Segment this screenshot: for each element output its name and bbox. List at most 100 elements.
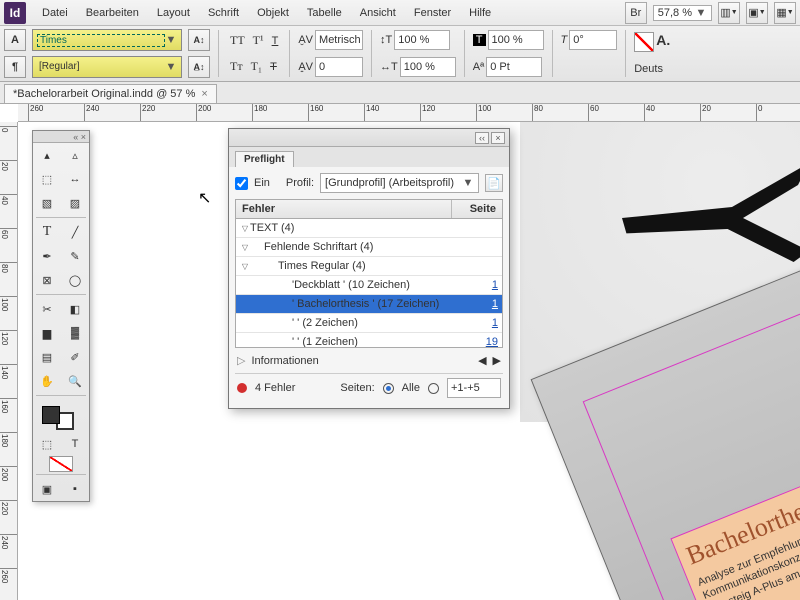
error-item[interactable]: ▽Times Regular (4): [236, 257, 502, 276]
error-item[interactable]: ' Bachelorthesis ' (17 Zeichen)1: [236, 295, 502, 314]
baseline-input[interactable]: 0 Pt: [486, 57, 542, 77]
preflight-tab[interactable]: Preflight: [235, 151, 294, 167]
content-placer-tool[interactable]: ▨: [61, 191, 89, 215]
preflight-on-checkbox[interactable]: [235, 177, 248, 190]
kerning-icon: A̮V: [298, 34, 313, 46]
direct-selection-tool[interactable]: ▵: [61, 143, 89, 167]
normal-view-mode[interactable]: ▣: [33, 477, 61, 501]
close-tab-icon[interactable]: ×: [201, 88, 207, 100]
preview-mode[interactable]: ▪: [61, 477, 89, 501]
fill-stroke-swatch[interactable]: [33, 398, 89, 432]
hand-tool[interactable]: ✋: [33, 369, 61, 393]
apply-none[interactable]: [49, 456, 73, 472]
profile-dropdown[interactable]: [Grundprofil] (Arbeitsprofil)▼: [320, 173, 479, 193]
vscale-input[interactable]: 100 %: [394, 30, 450, 50]
menu-objekt[interactable]: Objekt: [249, 3, 297, 23]
zoom-tool[interactable]: 🔍: [61, 369, 89, 393]
prev-error-button[interactable]: ◀: [478, 354, 486, 367]
zoom-level[interactable]: 57,8 %▼: [653, 5, 712, 21]
char-fill-swatch[interactable]: [634, 32, 654, 52]
error-item[interactable]: ▽TEXT (4): [236, 219, 502, 238]
content-collector-tool[interactable]: ▧: [33, 191, 61, 215]
hscale-input[interactable]: 100 %: [400, 57, 456, 77]
menu-datei[interactable]: Datei: [34, 3, 76, 23]
char-style-icon[interactable]: A.: [656, 32, 670, 52]
preflight-titlebar[interactable]: ‹‹ ×: [229, 129, 509, 147]
tracking-input[interactable]: 0: [315, 57, 363, 77]
next-error-button[interactable]: ▶: [493, 354, 501, 367]
error-item[interactable]: 'Deckblatt ' (10 Zeichen)1: [236, 276, 502, 295]
preflight-panel[interactable]: ‹‹ × Preflight Ein Profil: [Grundprofil]…: [228, 128, 510, 409]
fill-tint-input[interactable]: 100 %: [488, 30, 544, 50]
pencil-tool[interactable]: ✎: [61, 244, 89, 268]
selection-tool[interactable]: ▴: [33, 143, 61, 167]
menu-layout[interactable]: Layout: [149, 3, 198, 23]
menubar: Id Datei Bearbeiten Layout Schrift Objek…: [0, 0, 800, 26]
app-icon: Id: [4, 2, 26, 24]
smallcaps-button[interactable]: Tᴛ: [227, 57, 246, 76]
scissors-tool[interactable]: ✂: [33, 297, 61, 321]
view-options-button[interactable]: ▥▼: [718, 2, 740, 24]
screen-mode-button[interactable]: ▣▼: [746, 2, 768, 24]
pages-range-radio[interactable]: [428, 383, 439, 394]
character-mode-toggle[interactable]: A: [4, 29, 26, 51]
eyedropper-tool[interactable]: ✐: [61, 345, 89, 369]
close-icon[interactable]: ×: [491, 132, 505, 144]
menu-ansicht[interactable]: Ansicht: [352, 3, 404, 23]
paragraph-mode-toggle[interactable]: ¶: [4, 56, 26, 78]
collapse-icon[interactable]: ‹‹: [475, 132, 489, 144]
subscript-button[interactable]: T₁: [248, 57, 266, 76]
superscript-button[interactable]: T¹: [250, 31, 267, 50]
font-style-dropdown[interactable]: [Regular]▼: [32, 56, 182, 78]
format-text-toggle[interactable]: T: [61, 432, 89, 456]
arrange-button[interactable]: ▦▼: [774, 2, 796, 24]
gap-tool[interactable]: ↔: [61, 167, 89, 191]
menu-bearbeiten[interactable]: Bearbeiten: [78, 3, 147, 23]
pages-all-radio[interactable]: [383, 383, 394, 394]
type-tool[interactable]: T: [33, 220, 61, 244]
document-tab[interactable]: *Bachelorarbeit Original.indd @ 57 % ×: [4, 84, 217, 103]
gradient-swatch-tool[interactable]: ▆: [33, 321, 61, 345]
menu-fenster[interactable]: Fenster: [406, 3, 459, 23]
menu-hilfe[interactable]: Hilfe: [461, 3, 499, 23]
ellipse-tool[interactable]: ◯: [61, 268, 89, 292]
free-transform-tool[interactable]: ◧: [61, 297, 89, 321]
rectangle-frame-tool[interactable]: ⊠: [33, 268, 61, 292]
error-item[interactable]: ' ' (2 Zeichen)1: [236, 314, 502, 333]
bridge-button[interactable]: Br: [625, 2, 647, 24]
gradient-feather-tool[interactable]: ▓: [61, 321, 89, 345]
menu-tabelle[interactable]: Tabelle: [299, 3, 350, 23]
font-family-dropdown[interactable]: Times▼: [32, 29, 182, 51]
language-dropdown[interactable]: Deuts: [634, 63, 670, 75]
tracking-icon: A͍V: [298, 61, 313, 73]
embed-profile-button[interactable]: 📄: [485, 174, 503, 192]
info-section[interactable]: ▷Informationen ◀ ▶: [235, 348, 503, 373]
ein-label: Ein: [254, 177, 270, 189]
strike-button[interactable]: T: [267, 57, 280, 76]
line-tool[interactable]: ╱: [61, 220, 89, 244]
pages-label: Seiten:: [340, 382, 374, 394]
leading-stepper[interactable]: A̲↕: [188, 56, 210, 78]
skew-input[interactable]: 0°: [569, 30, 617, 50]
ruler-horizontal[interactable]: 260240220200180160140120100806040200: [18, 104, 800, 122]
menu-schrift[interactable]: Schrift: [200, 3, 247, 23]
error-list[interactable]: ▽TEXT (4)▽Fehlende Schriftart (4)▽Times …: [235, 218, 503, 348]
error-count: 4 Fehler: [255, 382, 295, 394]
text-fill-icon: T: [473, 34, 486, 46]
error-list-header: Fehler Seite: [235, 199, 503, 218]
pen-tool[interactable]: ✒: [33, 244, 61, 268]
tools-panel-header[interactable]: « ×: [33, 131, 89, 143]
error-item[interactable]: ▽Fehlende Schriftart (4): [236, 238, 502, 257]
format-container-toggle[interactable]: ⬚: [33, 432, 61, 456]
error-item[interactable]: ' ' (1 Zeichen)19: [236, 333, 502, 348]
ruler-vertical[interactable]: 020406080100120140160180200220240260280: [0, 122, 18, 600]
underline-button[interactable]: T: [269, 31, 282, 50]
page-tool[interactable]: ⬚: [33, 167, 61, 191]
allcaps-button[interactable]: TT: [227, 31, 248, 50]
note-tool[interactable]: ▤: [33, 345, 61, 369]
pages-range-input[interactable]: +1-+5: [447, 378, 501, 398]
case-group: TT T¹ T Tᴛ T₁ T: [227, 28, 281, 79]
tools-panel[interactable]: « × ▴ ▵ ⬚ ↔ ▧ ▨ T ╱ ✒ ✎ ⊠ ◯ ✂ ◧ ▆ ▓ ▤ ✐ …: [32, 130, 90, 502]
font-size-stepper[interactable]: A↕: [188, 29, 210, 51]
kerning-dropdown[interactable]: Metrisch: [315, 30, 363, 50]
